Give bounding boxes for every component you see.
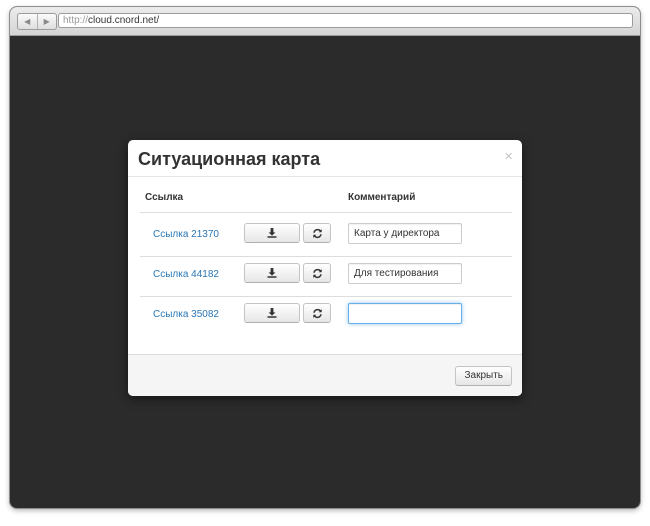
table-row: Ссылка 35082 [140, 296, 512, 336]
refresh-icon [312, 228, 322, 238]
back-icon[interactable]: ◀ [18, 14, 37, 29]
address-bar[interactable]: http://cloud.cnord.net/ [58, 13, 633, 28]
refresh-icon [312, 268, 322, 278]
refresh-icon [312, 308, 322, 318]
map-link[interactable]: Ссылка 35082 [153, 309, 219, 320]
column-header-link: Ссылка [145, 192, 184, 203]
forward-icon[interactable]: ▶ [36, 14, 57, 29]
close-icon[interactable]: × [504, 149, 513, 165]
download-icon [267, 228, 277, 238]
url-host: cloud.cnord.net/ [88, 15, 160, 26]
browser-window: ◀ ▶ http://cloud.cnord.net/ Ситуационная… [10, 7, 640, 508]
comment-input[interactable] [348, 303, 462, 324]
modal-footer: Закрыть [128, 354, 522, 396]
map-link[interactable]: Ссылка 44182 [153, 269, 219, 280]
url-scheme: http:// [63, 15, 89, 26]
refresh-button[interactable] [303, 263, 331, 283]
refresh-button[interactable] [303, 303, 331, 323]
table-divider [140, 212, 512, 213]
close-button[interactable]: Закрыть [455, 366, 512, 386]
browser-toolbar: ◀ ▶ http://cloud.cnord.net/ [10, 7, 640, 36]
map-link[interactable]: Ссылка 21370 [153, 229, 219, 240]
nav-buttons: ◀ ▶ [17, 13, 57, 30]
modal-title: Ситуационная карта [138, 149, 321, 169]
situation-map-modal: Ситуационная карта × Ссылка Комментарий … [128, 140, 522, 396]
table-row: Ссылка 44182 [140, 256, 512, 296]
table-row: Ссылка 21370 [140, 216, 512, 256]
download-icon [267, 268, 277, 278]
download-button[interactable] [244, 223, 300, 243]
column-header-comment: Комментарий [348, 192, 416, 203]
download-button[interactable] [244, 303, 300, 323]
download-button[interactable] [244, 263, 300, 283]
comment-input[interactable] [348, 223, 462, 244]
comment-input[interactable] [348, 263, 462, 284]
modal-header: Ситуационная карта × [128, 140, 522, 177]
refresh-button[interactable] [303, 223, 331, 243]
download-icon [267, 308, 277, 318]
